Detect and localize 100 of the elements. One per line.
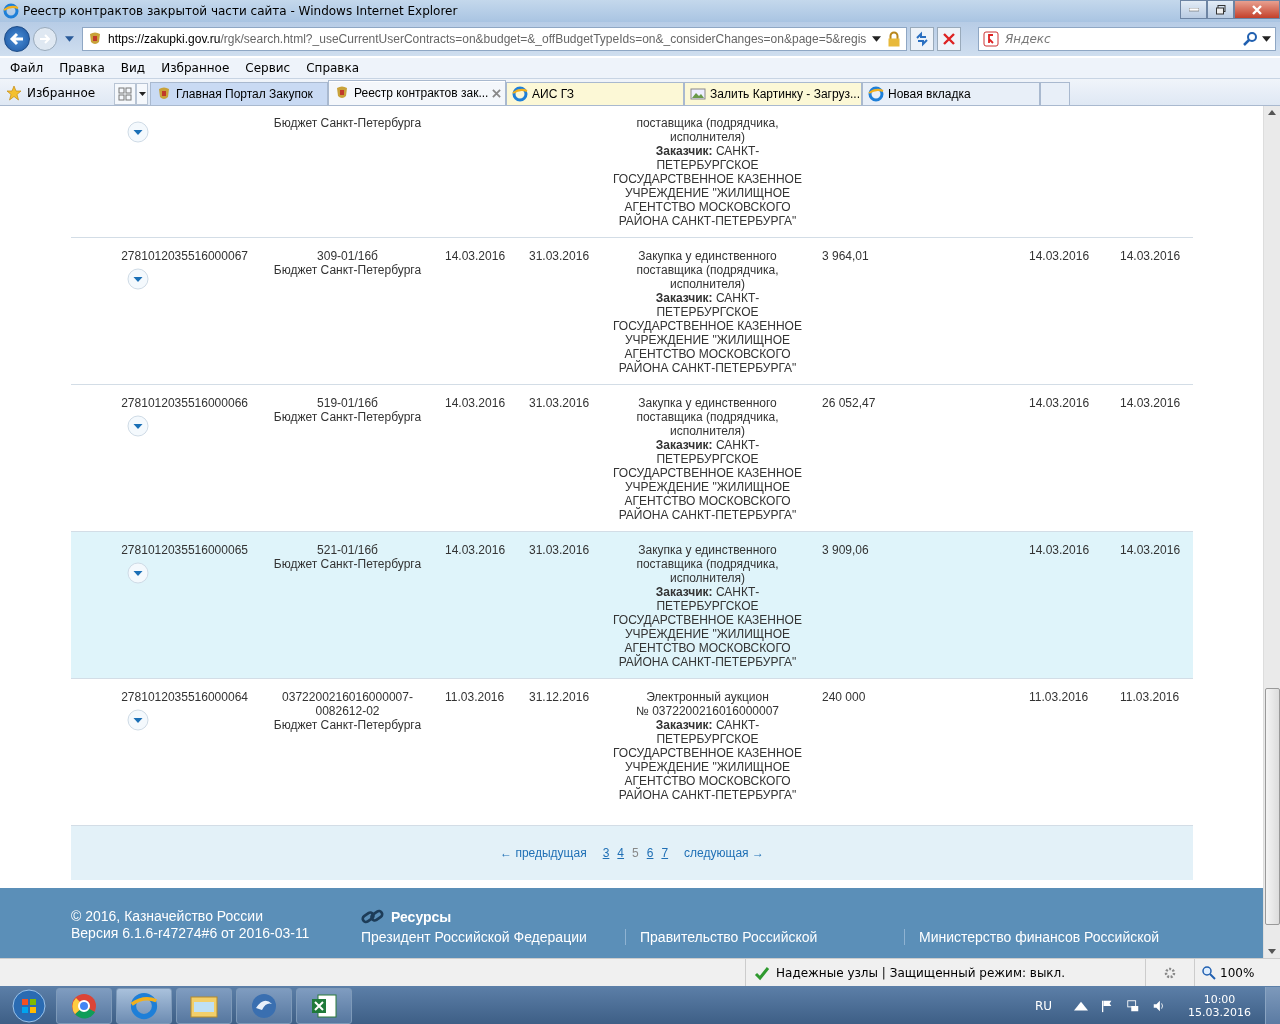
registry-number: 2781012035516000065 (121, 543, 248, 557)
stop-button[interactable] (937, 27, 961, 51)
contract-text: Бюджет Санкт-Петербурга (273, 263, 422, 277)
date-text: 14.03.2016 (1029, 249, 1091, 263)
browser-tab[interactable]: АИС ГЗ (506, 82, 684, 105)
menu-item[interactable]: Файл (10, 61, 44, 75)
next-link[interactable]: следующая → (684, 846, 764, 860)
language-indicator[interactable]: RU (1034, 998, 1052, 1013)
contract-text: Бюджет Санкт-Петербурга (273, 557, 422, 571)
scrollbar-thumb[interactable] (1264, 688, 1280, 925)
contract-text: 0082612-02 (315, 704, 380, 718)
link-icon (361, 908, 385, 925)
expand-icon[interactable] (127, 121, 149, 143)
expand-icon[interactable] (127, 415, 149, 437)
contract-text: 309-01/16б (317, 249, 378, 263)
search-box[interactable]: Яндекс (978, 27, 1276, 51)
browser-tab[interactable]: Реестр контрактов зак... (328, 80, 506, 105)
page-link[interactable]: 3 (602, 846, 610, 860)
browser-tab[interactable]: Новая вкладка (862, 82, 1040, 105)
refresh-button[interactable] (910, 27, 934, 51)
expand-icon[interactable] (127, 562, 149, 584)
tab-list-button[interactable] (136, 83, 148, 105)
scroll-up-icon[interactable] (1268, 110, 1276, 115)
caret-icon[interactable] (1262, 36, 1271, 42)
expand-icon[interactable] (127, 709, 149, 731)
caret-icon[interactable] (872, 36, 881, 42)
page-link[interactable]: 6 (646, 846, 654, 860)
arrow-left-icon (9, 32, 25, 46)
menu-item[interactable]: Избранное (161, 61, 230, 75)
price-text: 3 964,01 (822, 249, 870, 263)
page-link[interactable]: 7 (661, 846, 669, 860)
date-text: 11.03.2016 (1120, 690, 1181, 704)
procurement-description: Закупка у единственного поставщика (подрядчика, исполнителя) Заказчик: САНКТ-ПЕТЕРБУРГСКОЕ ГОСУДАРСТВЕННОЕ КАЗЕННОЕ УЧРЕЖДЕНИЕ "ЖИЛИЩНОЕ АГЕНТСТВО МОСКОВСКОГО РАЙОНА САНКТ-ПЕТЕРБУРГА" (612, 396, 803, 522)
taskbar-app-button[interactable] (56, 987, 112, 1024)
restore-button[interactable] (1207, 0, 1234, 19)
browser-tab[interactable]: Залить Картинку - Загруз... (684, 82, 862, 105)
page-link[interactable]: 4 (617, 846, 625, 860)
speaker-icon[interactable] (1152, 998, 1166, 1013)
registry-number: 2781012035516000067 (121, 249, 248, 263)
checkmark-icon (754, 964, 770, 981)
menu-item[interactable]: Вид (120, 61, 146, 75)
taskbar-app-button[interactable] (176, 987, 232, 1024)
close-icon (943, 33, 955, 45)
emblem-icon (156, 86, 172, 102)
emblem-icon (87, 31, 103, 47)
date-text: 31.03.2016 (529, 249, 591, 263)
image-icon (690, 86, 706, 102)
menu-item[interactable]: Правка (59, 61, 105, 75)
previous-link[interactable]: ← предыдущая (500, 846, 587, 860)
procurement-description: Закупка у единственного поставщика (подрядчика, исполнителя) Заказчик: САНКТ-ПЕТЕРБУРГСКОЕ ГОСУДАРСТВЕННОЕ КАЗЕННОЕ УЧРЕЖДЕНИЕ "ЖИЛИЩНОЕ АГЕНТСТВО МОСКОВСКОГО РАЙОНА САНКТ-ПЕТЕРБУРГА" (612, 543, 803, 669)
close-button[interactable] (1234, 0, 1280, 19)
expand-icon[interactable] (127, 268, 149, 290)
scrollbar[interactable] (1263, 106, 1280, 958)
date-text: 14.03.2016 (445, 396, 507, 410)
mail-client-icon (250, 991, 278, 1020)
date-text: 31.03.2016 (529, 396, 591, 410)
date-text: 14.03.2016 (1029, 543, 1091, 557)
browser-logo-icon (3, 3, 19, 19)
contract-text: Бюджет Санкт-Петербурга (273, 410, 422, 424)
menu-item[interactable]: Справка (306, 61, 360, 75)
flag-icon[interactable] (1100, 998, 1114, 1013)
search-icon[interactable] (1242, 31, 1258, 47)
contract-text: Бюджет Санкт-Петербурга (273, 718, 422, 732)
price-text: 26 052,47 (822, 396, 877, 410)
date-text: 14.03.2016 (1120, 543, 1182, 557)
lock-icon[interactable] (886, 31, 902, 47)
refresh-icon (914, 31, 930, 47)
taskbar-app-button[interactable] (236, 987, 292, 1024)
date-text: 14.03.2016 (1120, 249, 1182, 263)
procurement-description: Электронный аукцион № 0372200216016000007 Заказчик: САНКТ-ПЕТЕРБУРГСКОЕ ГОСУДАРСТВЕННОЕ КАЗЕННОЕ УЧРЕЖДЕНИЕ "ЖИЛИЩНОЕ АГЕНТСТВО МОСКОВСКОГО РАЙОНА САНКТ-ПЕТЕРБУРГА" (612, 690, 803, 802)
caret-icon (138, 92, 146, 96)
back-button[interactable] (4, 26, 30, 52)
browser-logo-icon (130, 991, 158, 1020)
version-text: Версия 6.1.6-r47274#6 от 2016-03-11 (71, 925, 311, 941)
magnifier-icon (1201, 964, 1217, 981)
close-tab-icon[interactable] (492, 88, 502, 98)
address-field[interactable]: https://zakupki.gov.ru/rgk/search.html?_useCurrentUserContracts=on&budget=&_offBudgetTypeIds=on&_considerChanges=on&page=5&regis (82, 27, 907, 51)
network-icon[interactable] (1126, 998, 1140, 1013)
procurement-description: Закупка у единственного поставщика (подрядчика, исполнителя) Заказчик: САНКТ-ПЕТЕРБУРГСКОЕ ГОСУДАРСТВЕННОЕ КАЗЕННОЕ УЧРЕЖДЕНИЕ "ЖИЛИЩНОЕ АГЕНТСТВО МОСКОВСКОГО РАЙОНА САНКТ-ПЕТЕРБУРГА" (612, 249, 803, 375)
window-title: Реестр контрактов закрытой части сайта - Windows Internet Explorer (23, 4, 459, 18)
menu-item[interactable]: Сервис (245, 61, 291, 75)
price-text: 240 000 (822, 690, 867, 704)
search-engine-logo-icon (983, 31, 999, 47)
scroll-down-icon[interactable] (1268, 949, 1276, 954)
date-text: 31.03.2016 (529, 543, 591, 557)
close-icon (1251, 4, 1263, 15)
clock[interactable]: 10:00 15.03.2016 (1188, 992, 1251, 1019)
taskbar-app-button[interactable] (296, 987, 352, 1024)
copyright-text: © 2016, Казначейство России (71, 908, 264, 924)
resources-heading: Ресурсы (391, 908, 452, 925)
folder-icon (190, 993, 218, 1018)
date-text: 14.03.2016 (1029, 396, 1091, 410)
browser-tab[interactable]: Главная Портал Закупок (150, 82, 328, 105)
favorites-button[interactable]: Избранное (3, 81, 111, 105)
registry-number: 2781012035516000066 (121, 396, 248, 410)
windows-logo-icon (12, 988, 46, 1023)
minimize-icon (1188, 7, 1199, 12)
browser-logo-icon (868, 86, 884, 102)
security-zone-text: Надежные узлы | Защищенный режим: выкл. (776, 965, 1066, 980)
contract-text: 0372200216016000007- (282, 690, 413, 704)
